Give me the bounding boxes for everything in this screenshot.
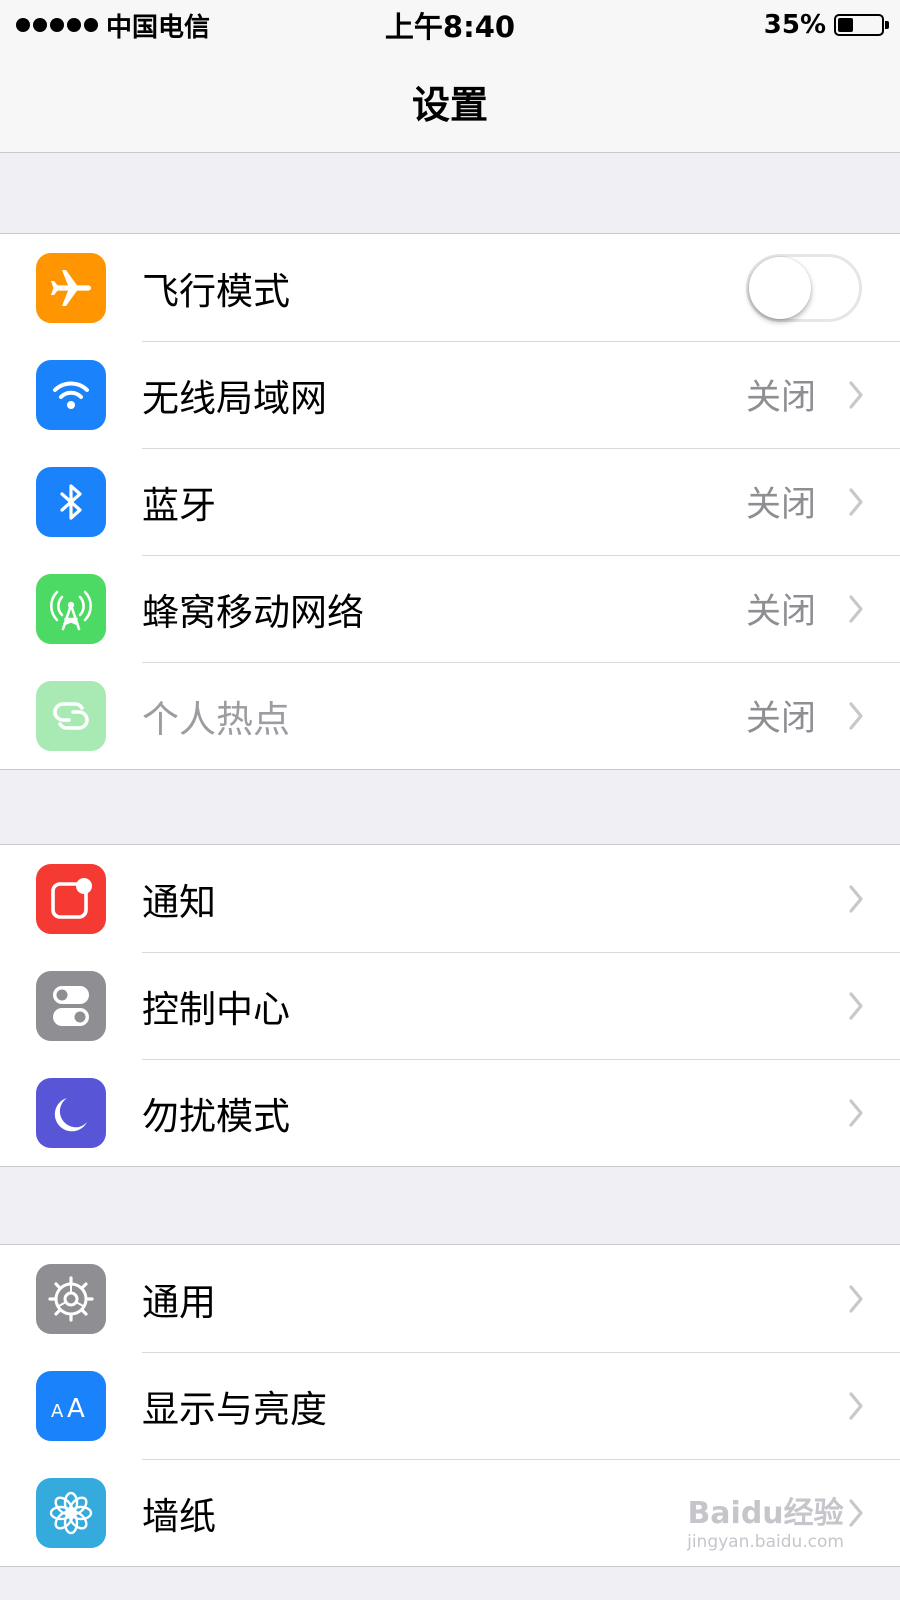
- settings-row-label: 蓝牙: [142, 483, 216, 527]
- status-bar: 中国电信 上午8:40 35%: [0, 0, 900, 50]
- settings-row-value: 关闭: [745, 592, 816, 632]
- settings-row[interactable]: 勿扰模式: [0, 1059, 900, 1166]
- settings-row[interactable]: 个人热点 关闭: [0, 662, 900, 769]
- settings-row-label: 墙纸: [142, 1494, 216, 1538]
- chevron-right-icon: [848, 991, 864, 1021]
- settings-row-label: 蜂窝移动网络: [142, 590, 364, 634]
- svg-text:A: A: [67, 1394, 85, 1424]
- bluetooth-icon: [36, 466, 106, 537]
- settings-row-label: 通用: [142, 1280, 216, 1324]
- page-title: 设置: [411, 82, 488, 127]
- settings-group-connectivity: 飞行模式 无线局域网 关闭 蓝牙 关闭 蜂窝移动网络 关闭 个人热点 关闭: [0, 233, 900, 770]
- settings-row[interactable]: 飞行模式: [0, 234, 900, 341]
- svg-text:A: A: [51, 1401, 64, 1422]
- settings-row-label: 飞行模式: [142, 269, 290, 313]
- signal-strength-icon: [16, 18, 98, 32]
- settings-group-notifications: 通知控制中心勿扰模式: [0, 844, 900, 1167]
- settings-row-label: 无线局域网: [142, 376, 327, 420]
- airplane-mode-toggle[interactable]: [746, 253, 862, 322]
- battery-level-fill: [838, 18, 853, 32]
- settings-row-value: 关闭: [745, 378, 816, 418]
- chevron-right-icon: [848, 1284, 864, 1314]
- battery-percent: 35%: [763, 10, 826, 40]
- settings-row-label: 勿扰模式: [142, 1094, 290, 1138]
- watermark-url: jingyan.baidu.com: [687, 1532, 844, 1552]
- flower-icon: [36, 1477, 106, 1548]
- notifications-icon: [36, 863, 106, 934]
- settings-row[interactable]: 通用: [0, 1245, 900, 1352]
- status-right: 35%: [763, 10, 889, 40]
- settings-row[interactable]: 无线局域网 关闭: [0, 341, 900, 448]
- settings-row-value: 关闭: [745, 485, 816, 525]
- gear-icon: [36, 1263, 106, 1334]
- settings-row[interactable]: 蓝牙 关闭: [0, 448, 900, 555]
- cellular-antenna-icon: [36, 573, 106, 644]
- text-size-icon: AA: [36, 1370, 106, 1441]
- moon-icon: [36, 1077, 106, 1148]
- settings-row[interactable]: 蜂窝移动网络 关闭: [0, 555, 900, 662]
- control-center-icon: [36, 970, 106, 1041]
- hotspot-chain-icon: [36, 680, 106, 751]
- toggle-knob: [749, 256, 811, 319]
- settings-row[interactable]: A A 显示与亮度: [0, 1352, 900, 1459]
- settings-row-value: 关闭: [745, 699, 816, 739]
- carrier-name: 中国电信: [106, 12, 211, 43]
- wifi-icon: [36, 359, 106, 430]
- watermark-text: Baidu经验: [687, 1496, 844, 1531]
- chevron-right-icon: [848, 380, 864, 410]
- settings-row[interactable]: 控制中心: [0, 952, 900, 1059]
- chevron-right-icon: [848, 884, 864, 914]
- settings-row-label: 个人热点: [142, 697, 290, 741]
- navigation-bar: 设置: [0, 50, 900, 153]
- settings-row[interactable]: 通知: [0, 845, 900, 952]
- status-left: 中国电信: [16, 7, 210, 44]
- settings-row-label: 通知: [142, 880, 216, 924]
- chevron-right-icon: [848, 701, 864, 731]
- airplane-icon: [36, 252, 106, 323]
- chevron-right-icon: [848, 1498, 864, 1528]
- chevron-right-icon: [848, 1391, 864, 1421]
- chevron-right-icon: [848, 594, 864, 624]
- chevron-right-icon: [848, 487, 864, 517]
- settings-row-label: 控制中心: [142, 987, 290, 1031]
- chevron-right-icon: [848, 1098, 864, 1128]
- watermark-logo: Baidu经验 jingyan.baidu.com: [687, 1488, 844, 1552]
- settings-row-label: 显示与亮度: [142, 1387, 327, 1431]
- battery-icon: [834, 14, 889, 36]
